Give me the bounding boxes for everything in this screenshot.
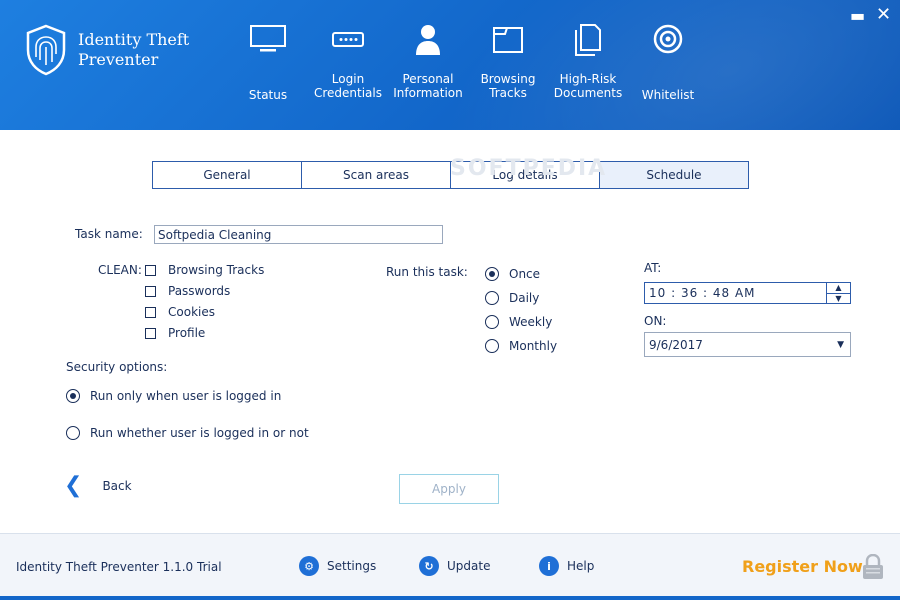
settings-tabs: General Scan areas Log details Schedule xyxy=(152,161,749,189)
tab-scan-areas[interactable]: Scan areas xyxy=(302,162,451,188)
password-field-icon xyxy=(332,22,364,58)
nav-label: Browsing Tracks xyxy=(480,72,536,100)
minimize-button[interactable]: ▬ xyxy=(850,6,865,25)
radio-label: Daily xyxy=(509,291,540,305)
lock-icon xyxy=(863,554,883,579)
nav-personal-information[interactable]: Personal Information xyxy=(388,22,468,102)
browser-window-icon xyxy=(493,22,523,58)
run-monthly-radio[interactable]: Monthly xyxy=(485,339,557,353)
checkbox-box xyxy=(145,306,156,318)
radio-circle xyxy=(66,389,80,403)
run-daily-radio[interactable]: Daily xyxy=(485,291,539,305)
date-value: 9/6/2017 xyxy=(649,337,703,352)
back-button[interactable]: ❮ Back xyxy=(64,473,132,498)
time-picker[interactable]: 10 : 36 : 48 AM ▲ ▼ xyxy=(644,282,851,304)
documents-icon xyxy=(575,22,601,58)
at-label: AT: xyxy=(644,261,662,275)
security-whether-logged-radio[interactable]: Run whether user is logged in or not xyxy=(66,426,309,440)
settings-button[interactable]: ⚙ Settings xyxy=(299,556,376,576)
radio-label: Run only when user is logged in xyxy=(90,389,282,403)
app-title: Identity Theft Preventer xyxy=(78,30,190,69)
tab-schedule[interactable]: Schedule xyxy=(600,162,748,188)
task-name-input[interactable] xyxy=(154,225,443,244)
checkbox-box xyxy=(145,327,156,339)
run-task-label: Run this task: xyxy=(386,265,468,279)
checkbox-label: Passwords xyxy=(168,284,231,298)
checkbox-box xyxy=(145,285,156,297)
nav-label: Status xyxy=(248,88,288,102)
nav-label: Personal Information xyxy=(393,72,463,100)
tab-general[interactable]: General xyxy=(153,162,302,188)
nav-label: Whitelist xyxy=(641,88,695,102)
settings-label: Settings xyxy=(327,559,377,573)
radio-label: Run whether user is logged in or not xyxy=(90,426,309,440)
nav-label: High-Risk Documents xyxy=(553,72,623,100)
radio-circle xyxy=(485,339,499,353)
info-icon: i xyxy=(539,556,559,576)
radio-circle xyxy=(485,291,499,305)
help-label: Help xyxy=(567,559,595,573)
app-header: Identity Theft Preventer Status Login Cr… xyxy=(0,0,900,130)
nav-high-risk-documents[interactable]: High-Risk Documents xyxy=(548,22,628,102)
back-label: Back xyxy=(102,479,132,493)
checkbox-box xyxy=(145,264,156,276)
update-button[interactable]: ↻ Update xyxy=(419,556,490,576)
radio-circle xyxy=(66,426,80,440)
monitor-icon xyxy=(250,22,286,56)
time-spinner: ▲ ▼ xyxy=(826,283,850,303)
gear-icon: ⚙ xyxy=(299,556,319,576)
clean-browsing-tracks-checkbox[interactable]: Browsing Tracks xyxy=(145,263,264,277)
radio-label: Once xyxy=(509,267,541,281)
checkbox-label: Cookies xyxy=(168,305,215,319)
clean-label: CLEAN: xyxy=(98,263,142,277)
footer-accent-strip xyxy=(0,596,900,600)
chevron-down-icon[interactable]: ▼ xyxy=(837,340,844,350)
nav-whitelist[interactable]: Whitelist xyxy=(628,22,708,102)
fingerprint-shield-icon xyxy=(26,24,66,76)
user-icon xyxy=(415,22,441,58)
update-label: Update xyxy=(447,559,491,573)
clean-profile-checkbox[interactable]: Profile xyxy=(145,326,205,340)
radio-label: Monthly xyxy=(509,339,558,353)
security-options-label: Security options: xyxy=(66,360,168,374)
date-picker[interactable]: 9/6/2017 ▼ xyxy=(644,332,851,357)
brand: Identity Theft Preventer xyxy=(24,24,208,76)
refresh-icon: ↻ xyxy=(419,556,439,576)
task-name-label: Task name: xyxy=(75,227,143,241)
time-value[interactable]: 10 : 36 : 48 AM xyxy=(645,286,826,300)
clean-cookies-checkbox[interactable]: Cookies xyxy=(145,305,215,319)
help-button[interactable]: i Help xyxy=(539,556,594,576)
checkbox-label: Browsing Tracks xyxy=(168,263,265,277)
spin-up-icon[interactable]: ▲ xyxy=(827,283,850,294)
nav-login-credentials[interactable]: Login Credentials xyxy=(308,22,388,102)
nav-browsing-tracks[interactable]: Browsing Tracks xyxy=(468,22,548,102)
on-label: ON: xyxy=(644,314,667,328)
main-nav: Status Login Credentials Personal Inform… xyxy=(228,22,708,102)
nav-label: Login Credentials xyxy=(313,72,382,100)
radio-circle xyxy=(485,315,499,329)
target-icon xyxy=(652,22,684,56)
chevron-left-icon: ❮ xyxy=(64,473,83,498)
radio-circle xyxy=(485,267,499,281)
spin-down-icon[interactable]: ▼ xyxy=(827,294,850,304)
version-text: Identity Theft Preventer 1.1.0 Trial xyxy=(16,560,222,574)
tab-log-details[interactable]: Log details xyxy=(451,162,600,188)
register-now-link[interactable]: Register Now xyxy=(742,557,863,576)
radio-label: Weekly xyxy=(509,315,553,329)
run-weekly-radio[interactable]: Weekly xyxy=(485,315,552,329)
run-once-radio[interactable]: Once xyxy=(485,267,540,281)
footer-bar: Identity Theft Preventer 1.1.0 Trial ⚙ S… xyxy=(0,533,900,600)
clean-passwords-checkbox[interactable]: Passwords xyxy=(145,284,230,298)
nav-status[interactable]: Status xyxy=(228,22,308,102)
security-logged-in-radio[interactable]: Run only when user is logged in xyxy=(66,389,281,403)
close-button[interactable]: ✕ xyxy=(876,4,891,25)
checkbox-label: Profile xyxy=(168,326,206,340)
apply-button[interactable]: Apply xyxy=(399,474,499,504)
